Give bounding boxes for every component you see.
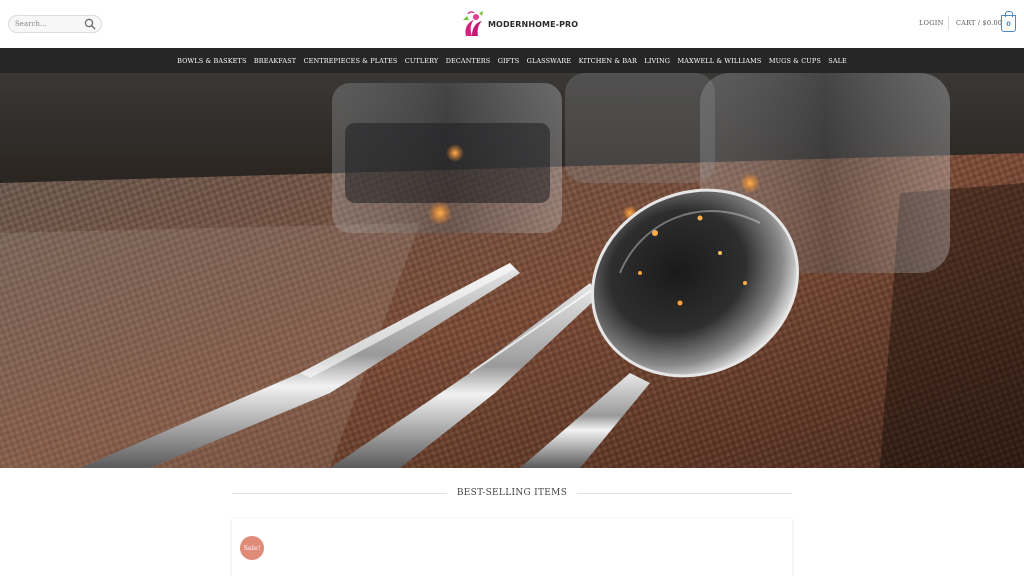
login-link[interactable]: LOGIN xyxy=(919,19,944,27)
site-logo[interactable]: MODERNHOME-PRO xyxy=(460,10,578,38)
nav-item-decanters[interactable]: DECANTERS xyxy=(446,57,491,65)
site-header: MODERNHOME-PRO LOGIN CART / $0.00 0 xyxy=(0,0,1024,48)
product-card[interactable]: Sale! xyxy=(232,519,792,576)
nav-item-living[interactable]: LIVING xyxy=(644,57,670,65)
nav-item-sale[interactable]: SALE xyxy=(828,57,847,65)
cart-count-badge[interactable]: 0 xyxy=(1001,11,1016,32)
section-rule-left xyxy=(232,492,447,494)
section-rule-right xyxy=(577,492,792,494)
header-divider xyxy=(948,16,949,30)
sale-badge: Sale! xyxy=(240,536,264,560)
nav-item-breakfast[interactable]: BREAKFAST xyxy=(254,57,296,65)
search-icon[interactable] xyxy=(84,18,96,30)
hero-cutlery-image xyxy=(0,73,1024,468)
nav-item-maxwell-williams[interactable]: MAXWELL & WILLIAMS xyxy=(677,57,761,65)
nav-item-bowls-baskets[interactable]: BOWLS & BASKETS xyxy=(177,57,246,65)
logo-text: MODERNHOME-PRO xyxy=(488,19,579,29)
best-selling-header: BEST-SELLING ITEMS xyxy=(232,486,792,500)
section-title: BEST-SELLING ITEMS xyxy=(456,488,568,498)
nav-item-kitchen-bar[interactable]: KITCHEN & BAR xyxy=(579,57,637,65)
nav-item-cutlery[interactable]: CUTLERY xyxy=(405,57,439,65)
search-box[interactable] xyxy=(8,15,102,33)
logo-mark-icon xyxy=(463,11,483,36)
nav-item-mugs-cups[interactable]: MUGS & CUPS xyxy=(769,57,821,65)
hero-slider[interactable] xyxy=(0,73,1024,468)
nav-item-glassware[interactable]: GLASSWARE xyxy=(527,57,572,65)
nav-item-gifts[interactable]: GIFTS xyxy=(498,57,520,65)
nav-item-centrepieces-plates[interactable]: CENTREPIECES & PLATES xyxy=(304,57,398,65)
search-input[interactable] xyxy=(9,20,77,28)
cart-link[interactable]: CART / $0.00 xyxy=(956,19,1002,27)
main-navigation: BOWLS & BASKETS BREAKFAST CENTREPIECES &… xyxy=(0,48,1024,73)
